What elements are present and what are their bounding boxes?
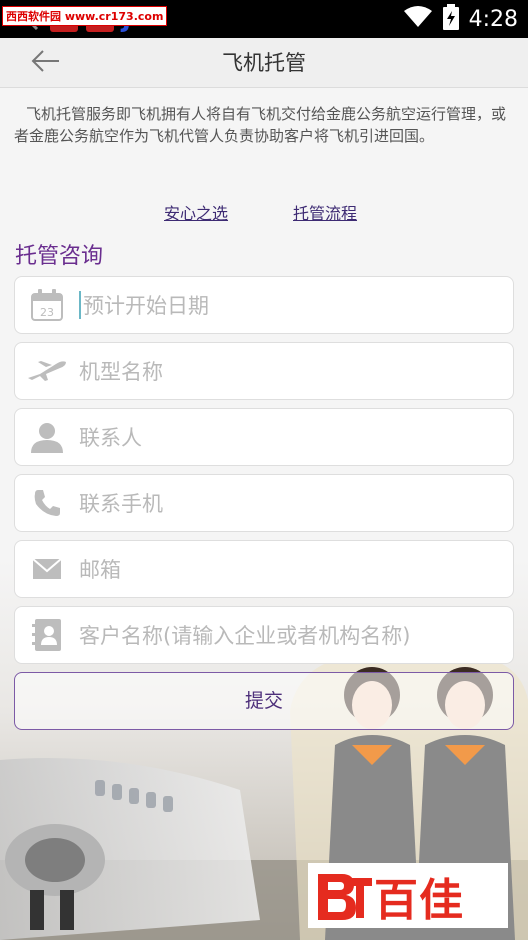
email-field[interactable]: 邮箱	[14, 540, 514, 598]
intro-text: 飞机托管服务即飞机拥有人将自有飞机交付给金鹿公务航空运行管理，或者金鹿公务航空作…	[14, 105, 507, 145]
site-logo-watermark: 百佳	[308, 863, 508, 928]
baijia-logo-icon	[318, 873, 372, 920]
logo-text: 百佳	[374, 874, 464, 926]
aircraft-model-field[interactable]: 机型名称	[14, 342, 514, 400]
status-bar: J 西西软件园 www.cr173.com 4:28	[0, 0, 528, 38]
customer-name-placeholder: 客户名称(请输入企业或者机构名称)	[79, 624, 411, 648]
clock: 4:28	[468, 6, 518, 32]
battery-icon	[442, 4, 459, 34]
contact-person-field[interactable]: 联系人	[14, 408, 514, 466]
envelope-icon	[15, 540, 79, 598]
status-indicators: 4:28	[403, 0, 518, 38]
email-placeholder: 邮箱	[79, 558, 121, 582]
calendar-day: 23	[40, 306, 54, 319]
submit-button[interactable]: 提交	[14, 672, 514, 730]
contact-card-icon	[15, 606, 79, 664]
person-icon	[15, 408, 79, 466]
site-watermark: 西西软件园 www.cr173.com	[2, 6, 168, 26]
info-links: 安心之选 托管流程	[0, 198, 528, 226]
calendar-icon: 23	[15, 276, 79, 334]
mobile-phone-placeholder: 联系手机	[79, 492, 163, 516]
aircraft-model-placeholder: 机型名称	[79, 360, 163, 384]
process-link[interactable]: 托管流程	[293, 200, 357, 224]
text-cursor	[79, 291, 81, 319]
mobile-phone-field[interactable]: 联系手机	[14, 474, 514, 532]
page-title: 飞机托管	[222, 51, 306, 75]
airplane-icon	[15, 342, 79, 400]
app-header: 飞机托管	[0, 38, 528, 88]
customer-name-field[interactable]: 客户名称(请输入企业或者机构名称)	[14, 606, 514, 664]
contact-person-placeholder: 联系人	[79, 426, 142, 450]
start-date-placeholder: 预计开始日期	[83, 294, 209, 318]
section-title: 托管咨询	[15, 244, 104, 269]
peace-of-mind-link[interactable]: 安心之选	[164, 200, 228, 224]
phone-icon	[15, 474, 79, 532]
start-date-field[interactable]: 23 预计开始日期	[14, 276, 514, 334]
wifi-icon	[403, 5, 433, 33]
